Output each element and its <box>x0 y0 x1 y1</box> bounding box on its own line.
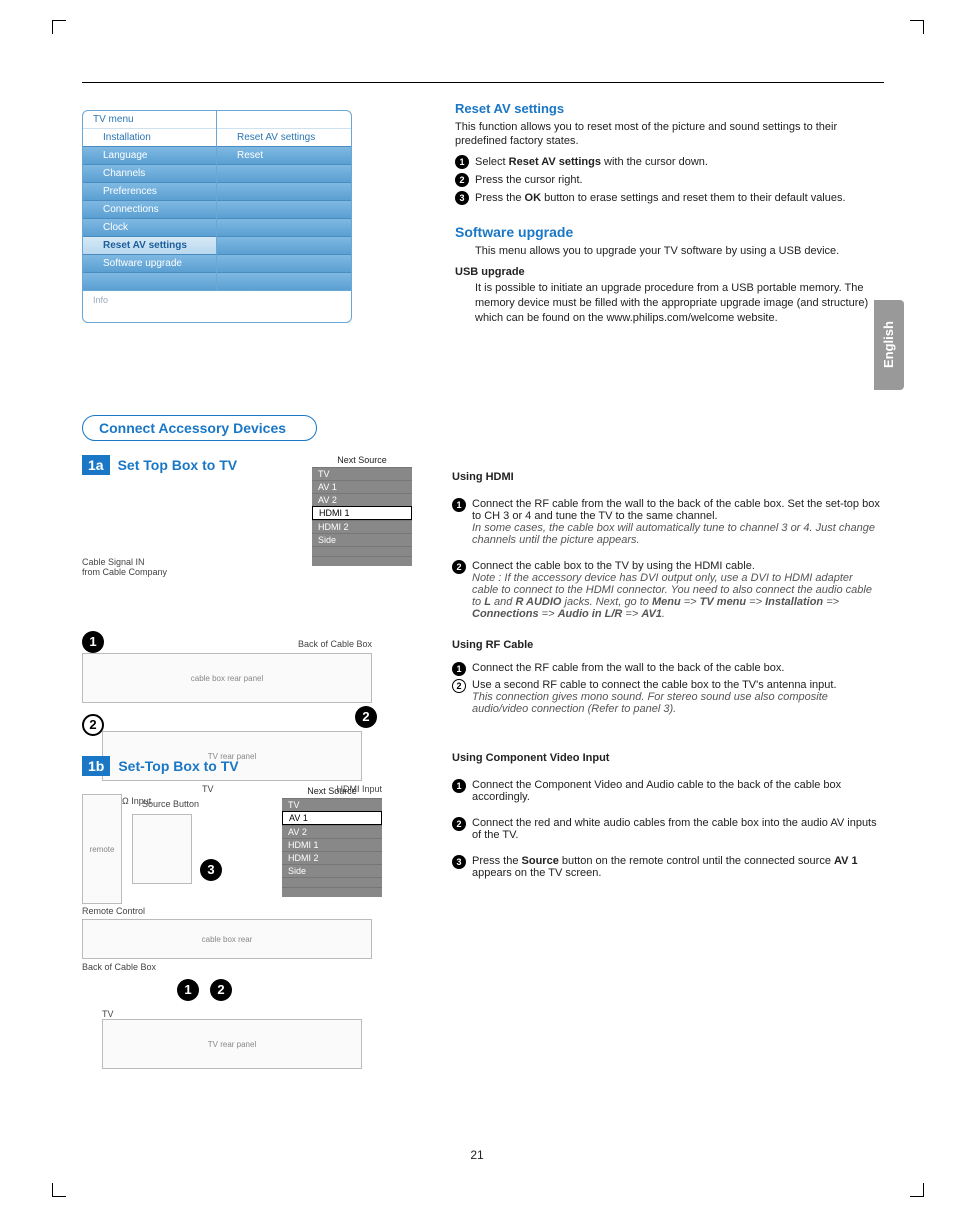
source-row: HDMI 1 <box>282 838 382 851</box>
connect-section: Connect Accessory Devices 1a Set Top Box… <box>82 415 882 1084</box>
crop-mark <box>910 1183 924 1197</box>
source-row: AV 2 <box>312 493 412 506</box>
menu-item: Connections <box>83 200 216 218</box>
step-row: 1Connect the RF cable from the wall to t… <box>452 662 882 676</box>
crop-mark <box>52 1183 66 1197</box>
step-row: 3Press the OK button to erase settings a… <box>455 191 885 206</box>
using-component-title: Using Component Video Input <box>452 752 882 764</box>
page-number: 21 <box>0 1148 954 1162</box>
callout-1-icon: 1 <box>82 631 104 653</box>
menu-item: Channels <box>83 164 216 182</box>
menu-header-left: TV menu <box>83 111 216 128</box>
step-row: 1Connect the RF cable from the wall to t… <box>452 498 882 546</box>
using-rf-title: Using RF Cable <box>452 639 882 651</box>
cable-box-back-illustration: cable box rear panel <box>82 653 372 703</box>
tv-menu-screenshot: TV menu Installation Language Channels P… <box>82 110 352 323</box>
menu-sub-left: Installation <box>83 128 216 146</box>
step-row: 2Use a second RF cable to connect the ca… <box>452 679 882 715</box>
remote-illustration: remote <box>82 794 122 904</box>
step-row: 2Connect the red and white audio cables … <box>452 817 882 841</box>
source-row: HDMI 2 <box>282 851 382 864</box>
remote-label: Remote Control <box>82 906 145 916</box>
back-of-box-label: Back of Cable Box <box>298 639 372 649</box>
step-number-icon: 2 <box>455 173 469 187</box>
remote-zoom-illustration <box>132 814 192 884</box>
cable-box-back-illustration: cable box rear <box>82 919 372 959</box>
source-row: AV 1 <box>312 480 412 493</box>
callout-2-icon: 2 <box>355 706 377 728</box>
page: English TV menu Installation Language Ch… <box>0 0 954 1217</box>
left-column: TV menu Installation Language Channels P… <box>82 110 412 323</box>
step-row: 2Press the cursor right. <box>455 173 885 188</box>
cable-signal-label: Cable Signal IN from Cable Company <box>82 557 167 577</box>
right-1b: Using Component Video Input 1Connect the… <box>452 748 882 1084</box>
source-row: TV <box>282 798 382 811</box>
step-number-icon: 1 <box>452 779 466 793</box>
source-row: Side <box>282 864 382 877</box>
tv-back-illustration: TV rear panel <box>102 1019 362 1069</box>
top-rule <box>82 82 884 83</box>
usb-upgrade-body: It is possible to initiate an upgrade pr… <box>455 281 885 326</box>
source-title: Next Source <box>282 784 382 798</box>
source-row: AV 2 <box>282 825 382 838</box>
crop-mark <box>52 20 66 34</box>
right-column-top: Reset AV settings This function allows y… <box>455 100 885 332</box>
step-number-icon: 2 <box>452 817 466 831</box>
right-1a: Using HDMI 1Connect the RF cable from th… <box>452 447 882 718</box>
callout-2-open-icon: 2 <box>82 714 104 736</box>
title-1b: Set-Top Box to TV <box>118 758 238 774</box>
step-number-icon: 1 <box>452 498 466 512</box>
menu-header-right: Reset AV settings <box>217 128 351 146</box>
menu-item: Preferences <box>83 182 216 200</box>
step-row: 2Connect the cable box to the TV by usin… <box>452 560 882 620</box>
diagram-1b: remote Source Button 3 Remote Control Ne… <box>82 784 382 1084</box>
step-number-icon: 2 <box>452 560 466 574</box>
menu-item: Reset <box>217 146 351 164</box>
title-1a: Set Top Box to TV <box>118 457 238 473</box>
step-number-icon: 1 <box>452 662 466 676</box>
software-title: Software upgrade <box>455 223 885 242</box>
source-list-1b: Next Source TV AV 1 AV 2 HDMI 1 HDMI 2 S… <box>282 784 382 897</box>
step-row: 1Connect the Component Video and Audio c… <box>452 779 882 803</box>
tv-label: TV <box>102 1009 114 1019</box>
menu-item: Software upgrade <box>83 254 216 272</box>
subhead-1b: 1b Set-Top Box to TV <box>82 756 412 776</box>
tag-1b: 1b <box>82 756 110 776</box>
source-row-selected: HDMI 1 <box>312 506 412 520</box>
crop-mark <box>910 20 924 34</box>
step-number-icon: 3 <box>452 855 466 869</box>
menu-info: Info <box>83 290 351 322</box>
back-of-box-label: Back of Cable Box <box>82 962 156 972</box>
reset-av-intro: This function allows you to reset most o… <box>455 120 885 150</box>
step-row: 1Select Reset AV settings with the curso… <box>455 155 885 170</box>
step-number-open-icon: 2 <box>452 679 466 693</box>
section-pill: Connect Accessory Devices <box>82 415 317 441</box>
source-row: Side <box>312 533 412 546</box>
tag-1a: 1a <box>82 455 110 475</box>
callout-1-icon: 1 <box>177 979 199 1001</box>
menu-item: Language <box>83 146 216 164</box>
source-list-1a: Next Source TV AV 1 AV 2 HDMI 1 HDMI 2 S… <box>312 453 412 566</box>
step-number-icon: 3 <box>455 191 469 205</box>
step-row: 3Press the Source button on the remote c… <box>452 855 882 879</box>
source-button-label: Source Button <box>142 799 199 809</box>
source-title: Next Source <box>312 453 412 467</box>
step-number-icon: 1 <box>455 155 469 169</box>
usb-upgrade-title: USB upgrade <box>455 265 885 280</box>
software-intro: This menu allows you to upgrade your TV … <box>455 244 885 259</box>
callout-3-icon: 3 <box>200 859 222 881</box>
source-row-selected: AV 1 <box>282 811 382 825</box>
source-row: HDMI 2 <box>312 520 412 533</box>
menu-item: Clock <box>83 218 216 236</box>
reset-av-title: Reset AV settings <box>455 100 885 118</box>
using-hdmi-title: Using HDMI <box>452 471 882 483</box>
source-row: TV <box>312 467 412 480</box>
callout-2-icon: 2 <box>210 979 232 1001</box>
menu-item-selected: Reset AV settings <box>83 236 216 254</box>
